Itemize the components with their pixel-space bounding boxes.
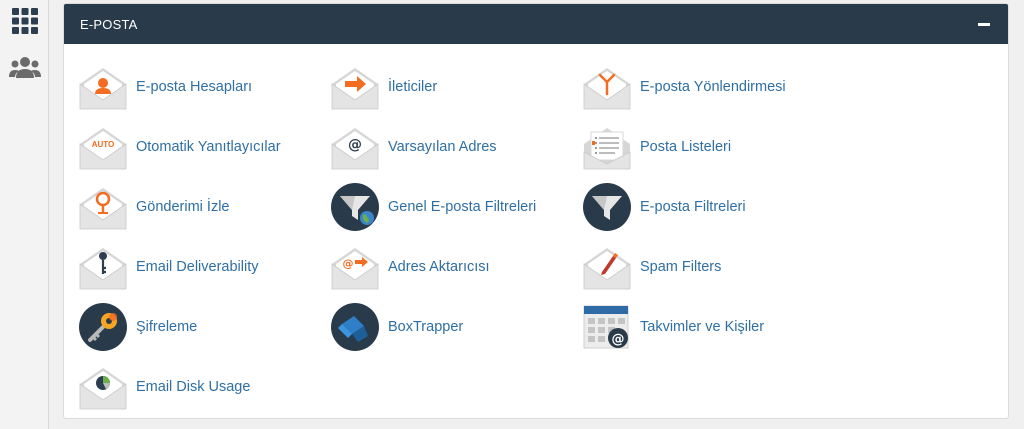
item-label: Varsayılan Adres: [388, 139, 497, 155]
item-global-email-filters[interactable]: Genel E-posta Filtreleri: [330, 180, 570, 234]
item-label: BoxTrapper: [388, 319, 464, 335]
item-email-deliverability[interactable]: Email Deliverability: [78, 240, 318, 294]
envelope-pie-icon: [79, 368, 127, 410]
item-label: Email Deliverability: [136, 259, 259, 275]
item-label: Takvimler ve Kişiler: [640, 319, 765, 335]
item-encryption[interactable]: Şifreleme: [78, 300, 318, 354]
item-default-address[interactable]: @ Varsayılan Adres: [330, 120, 570, 174]
item-email-filters[interactable]: E-posta Filtreleri: [582, 180, 822, 234]
calendar-at-icon: @: [583, 305, 629, 349]
envelope-person-icon: [79, 68, 127, 110]
item-label: İleticiler: [388, 79, 438, 95]
item-autoresponders[interactable]: AUTO Otomatik Yanıtlayıcılar: [78, 120, 318, 174]
item-label: Adres Aktarıcısı: [388, 259, 490, 275]
item-email-accounts[interactable]: E-posta Hesapları: [78, 60, 318, 114]
item-mailing-lists[interactable]: Posta Listeleri: [582, 120, 822, 174]
collapse-minus-icon[interactable]: [976, 16, 992, 32]
envelope-auto-icon: AUTO: [79, 128, 127, 170]
item-track-delivery[interactable]: Gönderimi İzle: [78, 180, 318, 234]
envelope-key-icon: [79, 248, 127, 290]
apps-grid-icon[interactable]: [8, 4, 42, 38]
svg-text:AUTO: AUTO: [92, 140, 115, 149]
funnel-icon: [583, 183, 631, 231]
svg-text:@: @: [343, 257, 354, 270]
panel-header[interactable]: E-POSTA: [64, 4, 1008, 44]
envelope-routing-icon: [583, 68, 631, 110]
item-label: Spam Filters: [640, 259, 722, 275]
sidebar: [0, 0, 49, 429]
item-label: Email Disk Usage: [136, 379, 251, 395]
item-boxtrapper[interactable]: BoxTrapper: [330, 300, 570, 354]
envelope-list-icon: [583, 128, 631, 170]
encryption-key-icon: [79, 303, 127, 351]
envelope-at-icon: @: [331, 128, 379, 170]
item-address-importer[interactable]: @ Adres Aktarıcısı: [330, 240, 570, 294]
svg-text:@: @: [612, 332, 625, 347]
boxtrapper-icon: [331, 303, 379, 351]
funnel-globe-icon: [331, 183, 379, 231]
users-group-icon[interactable]: [8, 51, 42, 85]
panel-title: E-POSTA: [80, 17, 138, 32]
item-label: Otomatik Yanıtlayıcılar: [136, 139, 281, 155]
item-label: E-posta Filtreleri: [640, 199, 746, 215]
envelope-pin-icon: [79, 188, 127, 230]
item-label: Gönderimi İzle: [136, 199, 230, 215]
item-label: Genel E-posta Filtreleri: [388, 199, 537, 215]
envelope-import-icon: @: [331, 248, 379, 290]
item-spam-filters[interactable]: Spam Filters: [582, 240, 822, 294]
envelope-forward-icon: [331, 68, 379, 110]
item-email-disk-usage[interactable]: Email Disk Usage: [78, 360, 318, 414]
item-forwarders[interactable]: İleticiler: [330, 60, 570, 114]
envelope-pen-icon: [583, 248, 631, 290]
svg-text:@: @: [348, 137, 362, 153]
item-calendars-contacts[interactable]: @ Takvimler ve Kişiler: [582, 300, 822, 354]
item-label: E-posta Hesapları: [136, 79, 253, 95]
item-label: Posta Listeleri: [640, 139, 732, 155]
email-section-panel: E-POSTA E-posta Hesapları İleticiler E-p…: [63, 3, 1009, 419]
item-label: Şifreleme: [136, 319, 198, 335]
item-email-routing[interactable]: E-posta Yönlendirmesi: [582, 60, 822, 114]
item-label: E-posta Yönlendirmesi: [640, 79, 786, 95]
